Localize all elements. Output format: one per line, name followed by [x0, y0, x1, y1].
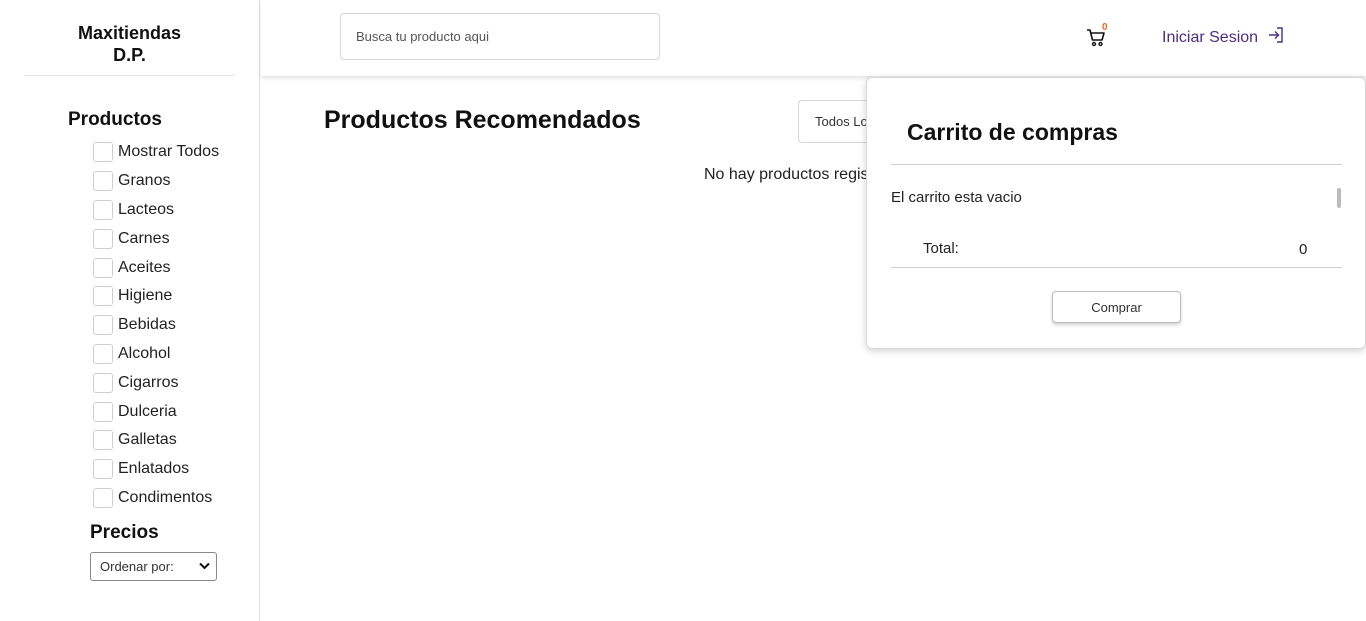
category-label: Granos: [118, 172, 171, 190]
chevron-down-icon: [199, 561, 210, 573]
login-icon: [1267, 26, 1285, 49]
login-link[interactable]: Iniciar Sesion: [1162, 26, 1285, 49]
cart-icon: [1085, 29, 1107, 52]
category-item-aceites[interactable]: Aceites: [93, 253, 219, 282]
cart-scrollbar[interactable]: [1337, 188, 1341, 208]
category-checkbox[interactable]: [93, 142, 113, 163]
category-checkbox[interactable]: [93, 430, 113, 451]
cart-divider-bottom: [891, 267, 1342, 268]
category-label: Dulceria: [118, 402, 177, 420]
cart-title: Carrito de compras: [907, 119, 1118, 145]
cart-total-value: 0: [1299, 241, 1308, 258]
category-label: Aceites: [118, 258, 171, 276]
category-checkbox[interactable]: [93, 228, 113, 249]
category-label: Lacteos: [118, 200, 175, 218]
top-bar: 0 Iniciar Sesion: [261, 0, 1366, 76]
category-item-enlatados[interactable]: Enlatados: [93, 455, 219, 484]
category-checkbox[interactable]: [93, 171, 113, 192]
category-list: Mostrar Todos Granos Lacteos Carnes Acei…: [93, 138, 219, 512]
price-sort-value: Ordenar por:: [100, 559, 174, 574]
category-label: Higiene: [118, 287, 173, 305]
category-checkbox[interactable]: [93, 286, 113, 307]
category-checkbox[interactable]: [93, 487, 113, 508]
category-checkbox[interactable]: [93, 372, 113, 393]
category-item-alcohol[interactable]: Alcohol: [93, 340, 219, 369]
category-item-condimentos[interactable]: Condimentos: [93, 484, 219, 513]
category-label: Bebidas: [118, 316, 176, 334]
category-item-galletas[interactable]: Galletas: [93, 426, 219, 455]
category-label: Galletas: [118, 431, 177, 449]
category-item-dulceria[interactable]: Dulceria: [93, 397, 219, 426]
category-label: Condimentos: [118, 488, 213, 506]
category-checkbox[interactable]: [93, 401, 113, 422]
cart-divider-top: [891, 164, 1342, 165]
category-label: Alcohol: [118, 344, 171, 362]
category-checkbox[interactable]: [93, 315, 113, 336]
category-checkbox[interactable]: [93, 343, 113, 364]
category-item-cigarros[interactable]: Cigarros: [93, 368, 219, 397]
category-checkbox[interactable]: [93, 199, 113, 220]
categories-title: Productos: [68, 109, 162, 130]
category-checkbox[interactable]: [93, 459, 113, 480]
cart-count-badge: 0: [1102, 22, 1108, 33]
cart-empty-message: El carrito esta vacio: [891, 189, 1022, 206]
brand-name-line1: Maxitiendas: [77, 23, 182, 43]
category-item-carnes[interactable]: Carnes: [93, 224, 219, 253]
category-item-mostrar-todos[interactable]: Mostrar Todos: [93, 138, 219, 167]
category-label: Mostrar Todos: [118, 143, 220, 161]
category-item-lacteos[interactable]: Lacteos: [93, 196, 219, 225]
brand-name-line2: D.P.: [113, 45, 146, 65]
cart-dropdown-panel: Carrito de compras El carrito esta vacio…: [866, 77, 1366, 349]
price-sort-select[interactable]: Ordenar por:: [90, 552, 217, 581]
search-input[interactable]: [340, 13, 660, 60]
category-label: Enlatados: [118, 460, 190, 478]
page-title: Productos Recomendados: [324, 106, 641, 134]
brand-logo: Maxitiendas D.P.: [24, 22, 235, 76]
buy-button[interactable]: Comprar: [1052, 291, 1181, 323]
category-label: Cigarros: [118, 373, 179, 391]
login-label: Iniciar Sesion: [1162, 28, 1259, 46]
category-item-bebidas[interactable]: Bebidas: [93, 311, 219, 340]
category-label: Carnes: [118, 229, 170, 247]
cart-total-label: Total:: [923, 240, 959, 257]
category-checkbox[interactable]: [93, 257, 113, 278]
cart-button[interactable]: [1085, 26, 1115, 54]
prices-title: Precios: [90, 522, 159, 543]
sidebar: Maxitiendas D.P. Productos Mostrar Todos…: [0, 0, 260, 621]
category-item-granos[interactable]: Granos: [93, 167, 219, 196]
category-item-higiene[interactable]: Higiene: [93, 282, 219, 311]
